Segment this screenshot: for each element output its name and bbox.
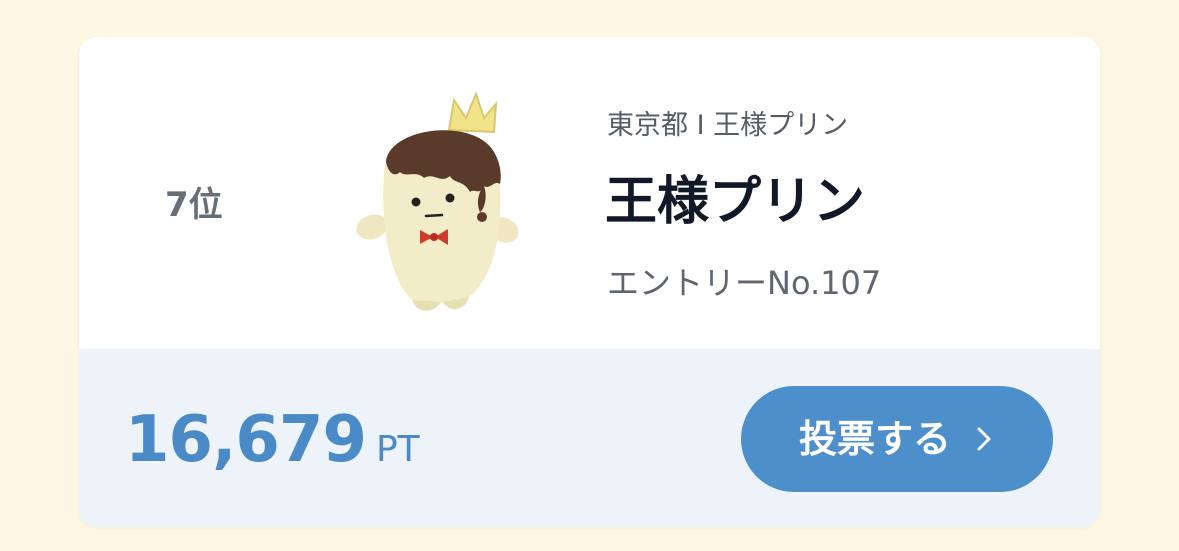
points-unit: PT [375, 429, 420, 470]
rank-label: 7位 [165, 185, 223, 225]
chevron-right-icon [977, 427, 991, 451]
mascot-image [356, 92, 519, 311]
entry-name: 王様プリン [605, 172, 866, 232]
vote-button[interactable]: 投票する [741, 386, 1053, 492]
location-and-name-line: 東京都 I 王様プリン [607, 110, 849, 141]
entry-number: エントリーNo.107 [607, 264, 882, 302]
entry-card: 7位 東京都 I 王様プリン 王様プリン エントリーNo.107 16,679 … [79, 37, 1100, 527]
vote-button-label: 投票する [798, 417, 951, 461]
points-display: 16,679 PT [125, 405, 420, 485]
card-top-section: 7位 東京都 I 王様プリン 王様プリン エントリーNo.107 [79, 37, 1100, 349]
points-value: 16,679 [125, 403, 367, 477]
